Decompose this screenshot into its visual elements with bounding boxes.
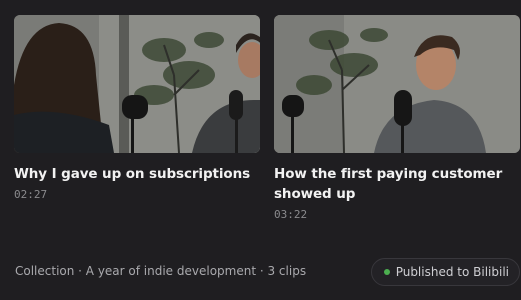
- clip-title[interactable]: How the first paying customer showed up: [274, 164, 520, 204]
- clip-card[interactable]: Why I gave up on subscriptions 02:27: [14, 15, 260, 201]
- clip-duration: 03:22: [274, 208, 308, 221]
- thumbnail-image: [14, 15, 260, 153]
- publish-status-badge[interactable]: Published to Bilibili: [370, 258, 520, 286]
- clip-thumbnail[interactable]: [14, 15, 260, 153]
- clip-grid: Why I gave up on subscriptions 02:27 How…: [14, 15, 520, 235]
- clip-card[interactable]: How the first paying customer showed up …: [274, 15, 520, 221]
- clip-thumbnail[interactable]: [274, 15, 520, 153]
- thumbnail-image: [274, 15, 520, 153]
- collection-info: Collection · A year of indie development…: [15, 264, 307, 278]
- collection-footer: Collection · A year of indie development…: [15, 258, 520, 286]
- clip-title[interactable]: Why I gave up on subscriptions: [14, 164, 260, 184]
- publish-status-label: Published to Bilibili: [395, 265, 509, 279]
- status-dot-icon: [383, 269, 390, 275]
- clip-duration: 02:27: [14, 188, 48, 201]
